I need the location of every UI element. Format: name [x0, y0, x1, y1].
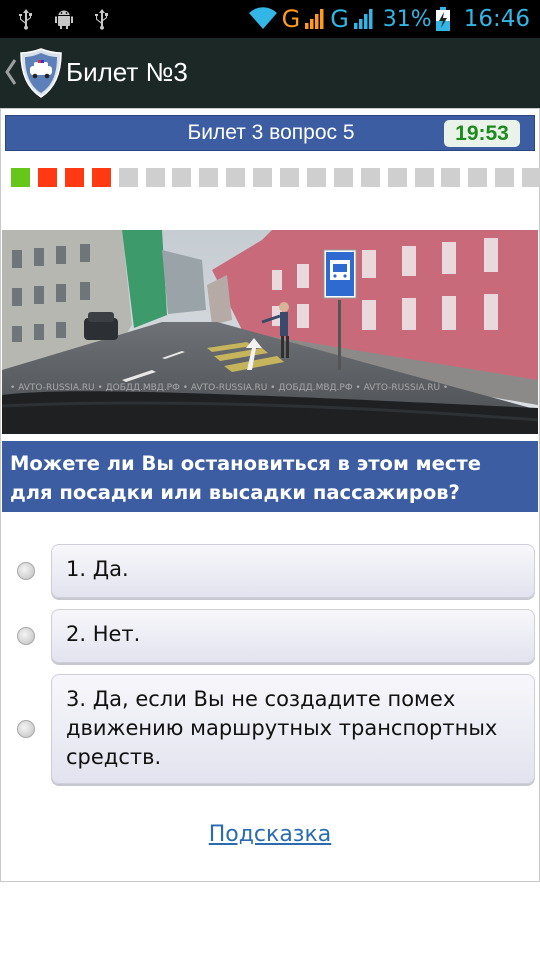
progress-square-19[interactable] [495, 168, 515, 187]
progress-square-2[interactable] [37, 168, 57, 187]
battery-percent: 31% [382, 6, 432, 32]
answer-1-radio[interactable] [17, 562, 35, 580]
answer-option-label: 2. Нет. [66, 622, 141, 646]
wifi-icon [248, 7, 277, 29]
countdown-timer: 19:53 [444, 120, 520, 147]
progress-square-11[interactable] [280, 168, 299, 187]
usb-icon [95, 9, 108, 30]
back-chevron-icon[interactable] [4, 58, 18, 86]
answer-option-2[interactable]: 2. Нет. [51, 609, 535, 663]
progress-square-18[interactable] [468, 168, 488, 187]
progress-square-6[interactable] [145, 168, 165, 187]
progress-square-5[interactable] [118, 168, 138, 187]
android-debug-icon [55, 10, 73, 29]
question-photo: • AVTO-RUSSIA.RU • ДОБДД.МВД.РФ • AVTO-R… [2, 230, 538, 434]
network-type-label: G [281, 5, 301, 33]
status-bar: G G 31% 16:46 [0, 0, 540, 38]
usb-icon [19, 9, 32, 30]
answer-option-label: 3. Да, если Вы не создадите помех движен… [66, 687, 498, 769]
progress-square-15[interactable] [387, 168, 407, 187]
progress-square-16[interactable] [414, 168, 434, 187]
progress-square-8[interactable] [199, 168, 219, 187]
battery-charging-icon [435, 7, 450, 31]
app-bar: Билет №3 [0, 38, 540, 108]
ticket-header: Билет 3 вопрос 5 19:53 [5, 115, 535, 151]
answer-option-1[interactable]: 1. Да. [51, 544, 535, 598]
hint-link[interactable]: Подсказка [0, 822, 540, 847]
progress-square-17[interactable] [441, 168, 461, 187]
photo-watermark: • AVTO-RUSSIA.RU • ДОБДД.МВД.РФ • AVTO-R… [10, 383, 448, 393]
question-box: Можете ли Вы остановиться в этом месте д… [2, 441, 538, 512]
question-text: Можете ли Вы остановиться в этом месте д… [10, 452, 481, 504]
progress-square-12[interactable] [306, 168, 326, 187]
progress-square-13[interactable] [333, 168, 353, 187]
app-title: Билет №3 [66, 57, 188, 87]
network-type-label: G [330, 5, 349, 33]
progress-square-3[interactable] [64, 168, 84, 187]
progress-square-10[interactable] [253, 168, 273, 187]
answer-option-label: 1. Да. [66, 557, 129, 581]
progress-square-1[interactable] [11, 168, 30, 187]
road-scene-image: • AVTO-RUSSIA.RU • ДОБДД.МВД.РФ • AVTO-R… [2, 230, 538, 434]
progress-square-7[interactable] [172, 168, 192, 187]
answer-3-radio[interactable] [17, 720, 35, 738]
answer-2-radio[interactable] [17, 627, 35, 645]
signal-icon [305, 9, 324, 29]
progress-square-9[interactable] [226, 168, 246, 187]
signal-icon [353, 9, 373, 29]
answer-option-3[interactable]: 3. Да, если Вы не создадите помех движен… [51, 674, 535, 784]
police-shield-logo-icon[interactable] [20, 48, 62, 98]
progress-square-4[interactable] [91, 168, 111, 187]
clock: 16:46 [463, 6, 530, 32]
progress-square-20[interactable] [522, 168, 540, 187]
progress-square-14[interactable] [360, 168, 380, 187]
